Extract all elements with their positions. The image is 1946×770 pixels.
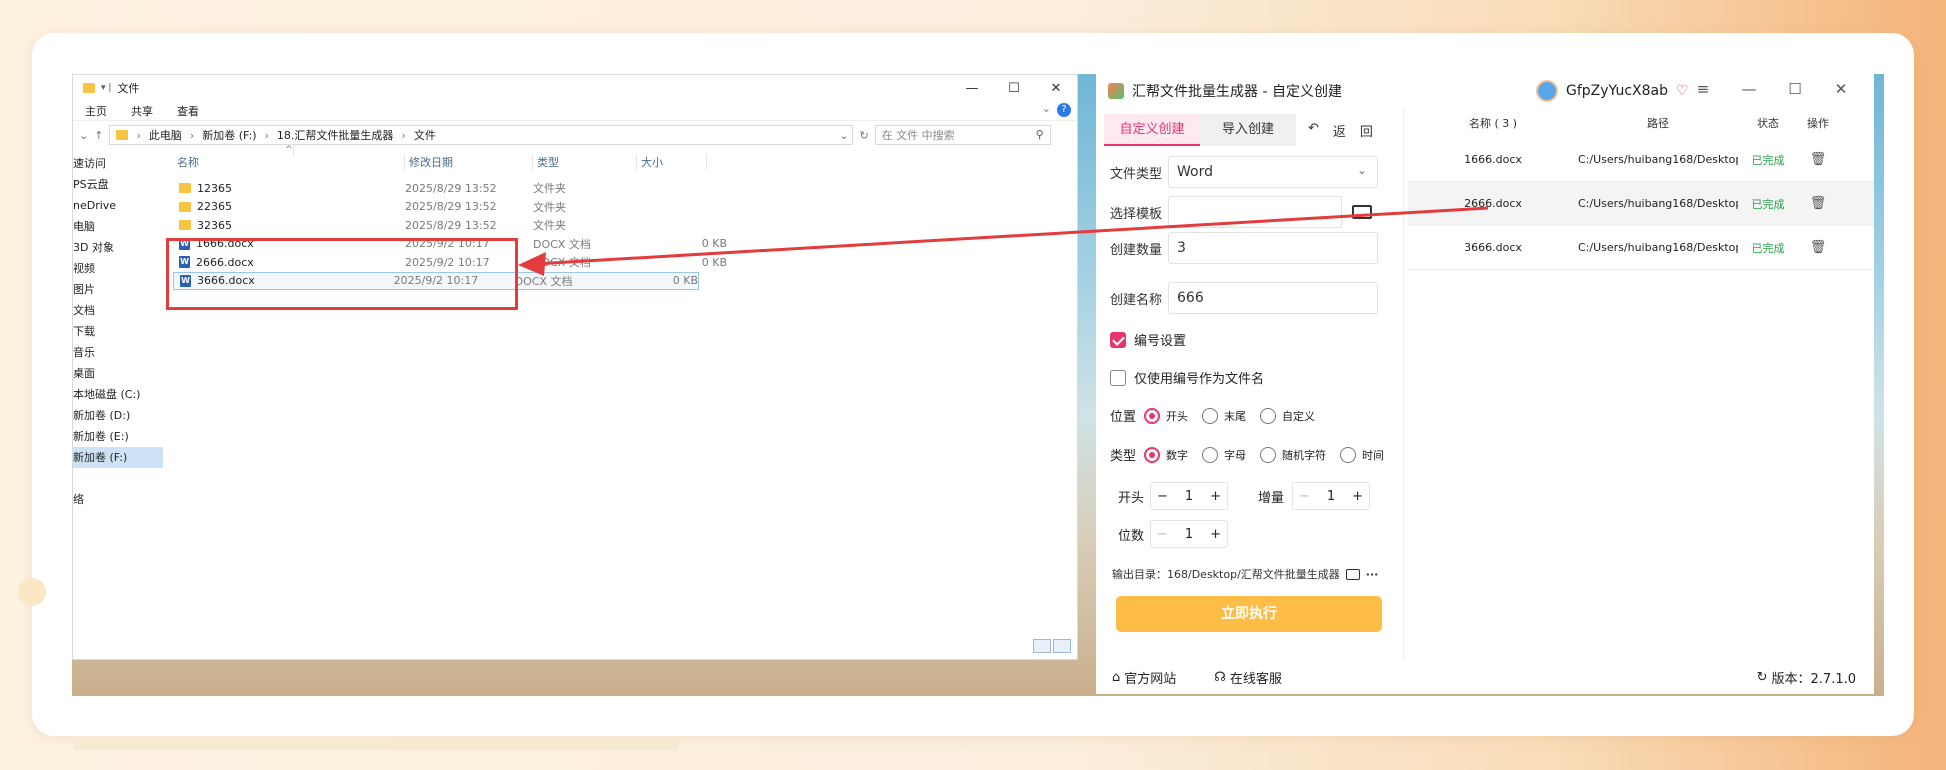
annotation-arrow <box>518 206 1489 276</box>
